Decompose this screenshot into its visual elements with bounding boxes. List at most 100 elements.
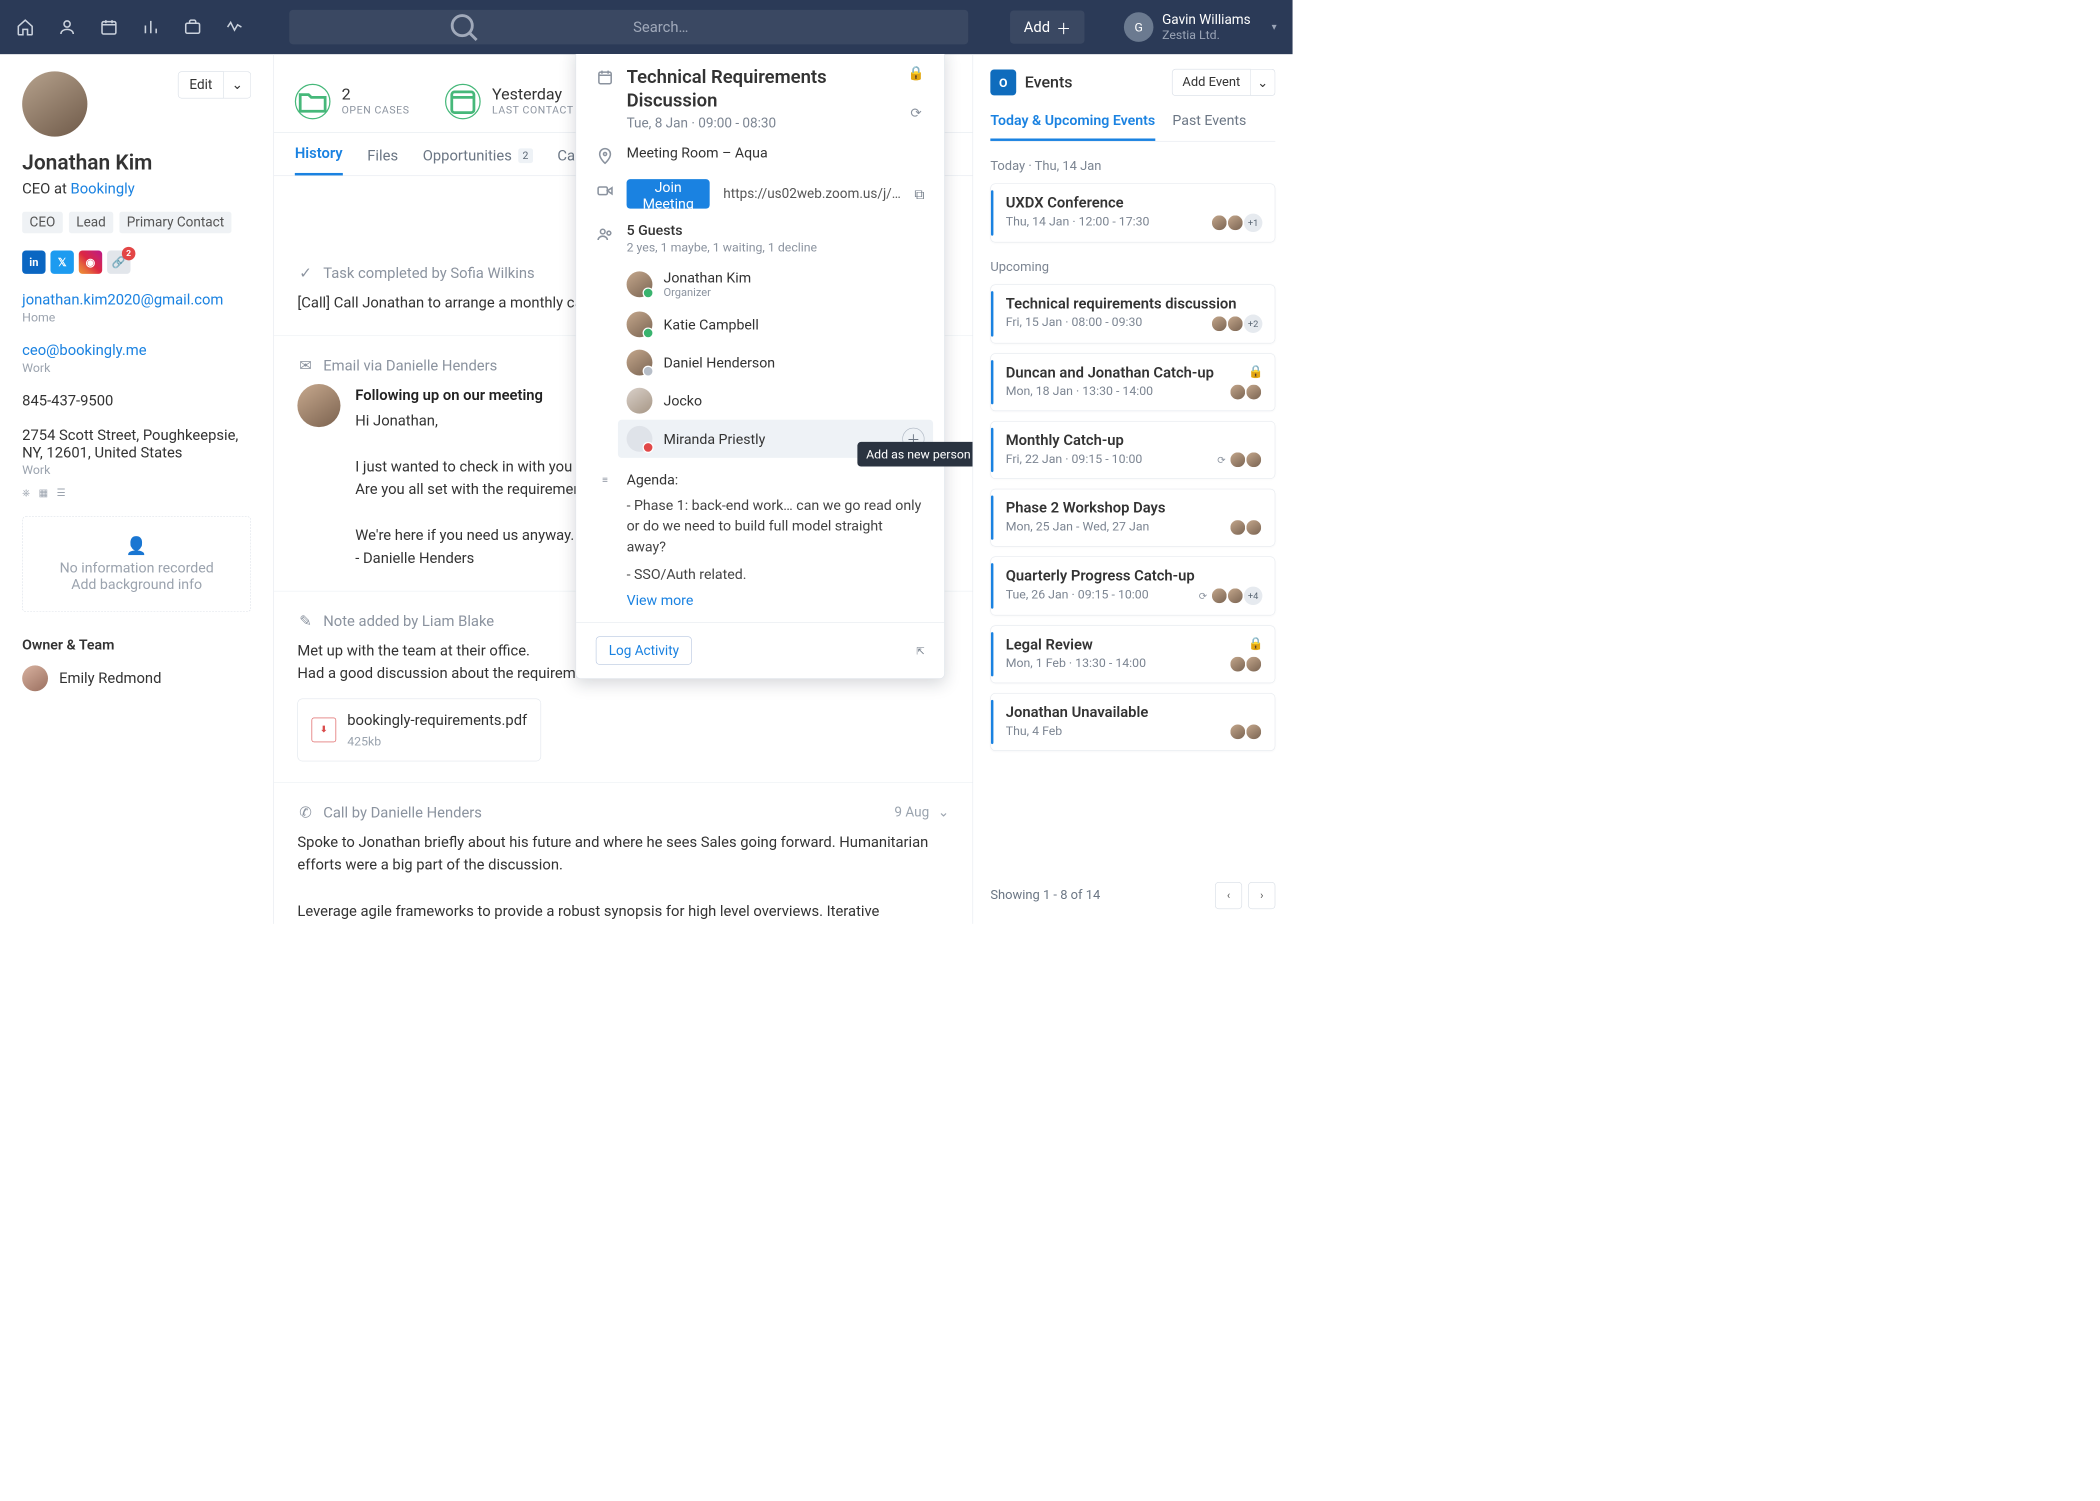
edit-button[interactable]: Edit <box>178 71 224 98</box>
event-card[interactable]: Jonathan UnavailableThu, 4 Feb <box>990 693 1275 751</box>
tab-files[interactable]: Files <box>367 147 398 175</box>
open-cases-value: 2 <box>342 86 410 102</box>
instagram-icon[interactable]: ◉ <box>79 251 102 274</box>
tooltip: Add as new person <box>858 442 973 467</box>
calendar-icon[interactable] <box>100 18 118 36</box>
user-menu[interactable]: G Gavin Williams Zestia Ltd. ▾ <box>1124 12 1277 42</box>
map-icon[interactable]: ▦ <box>39 487 48 499</box>
event-card-title: Legal Review <box>1006 636 1263 653</box>
person-icon[interactable] <box>58 18 76 36</box>
lock-icon: 🔒 <box>1248 636 1263 651</box>
event-card-title: Quarterly Progress Catch-up <box>1006 567 1263 584</box>
contact-tags: CEO Lead Primary Contact <box>22 212 251 234</box>
briefcase-icon[interactable] <box>183 18 201 36</box>
owner-name: Emily Redmond <box>59 670 161 687</box>
outlook-icon: O <box>990 70 1016 96</box>
guest-row: Katie Campbell <box>627 305 925 343</box>
plus-icon: ＋ <box>1056 16 1071 38</box>
edit-dropdown[interactable]: ⌄ <box>224 71 251 98</box>
chart-icon[interactable] <box>142 18 160 36</box>
activity-icon[interactable] <box>225 18 243 36</box>
email-home[interactable]: jonathan.kim2020@gmail.com <box>22 291 223 308</box>
guest-row: Jocko <box>627 382 925 420</box>
contact-role: CEO at Bookingly <box>22 180 251 197</box>
copy-icon[interactable]: ⧉ <box>914 186 924 203</box>
refresh-icon[interactable]: ⟳ <box>910 106 921 121</box>
email-icon: ✉ <box>297 358 313 374</box>
event-card[interactable]: UXDX ConferenceThu, 14 Jan · 12:00 - 17:… <box>990 183 1275 242</box>
events-list: UXDX ConferenceThu, 14 Jan · 12:00 - 17:… <box>990 174 1275 751</box>
check-icon: ✓ <box>297 265 313 281</box>
search-icon <box>303 10 625 44</box>
events-title: Events <box>1025 73 1073 91</box>
home-icon[interactable] <box>16 18 34 36</box>
chevron-down-icon[interactable]: ⌄ <box>938 805 949 820</box>
sender-avatar <box>297 384 340 427</box>
pdf-icon: ⬇ <box>311 718 336 743</box>
event-card-title: Duncan and Jonathan Catch-up <box>1006 364 1263 381</box>
event-card[interactable]: Technical requirements discussionFri, 15… <box>990 284 1275 343</box>
guest-row: Jonathan KimOrganizer <box>627 263 925 305</box>
search-bar[interactable] <box>289 10 968 44</box>
calendar-stat-icon <box>445 83 481 119</box>
pager-text: Showing 1 - 8 of 14 <box>990 888 1100 903</box>
event-card-title: UXDX Conference <box>1006 194 1263 211</box>
tab-past-events[interactable]: Past Events <box>1172 112 1246 141</box>
join-meeting-button[interactable]: Join Meeting <box>627 179 710 209</box>
social-icons: in 𝕏 ◉ 🔗2 <box>22 251 251 274</box>
log-activity-button[interactable]: Log Activity <box>596 637 692 665</box>
description-icon: ≡ <box>596 471 614 486</box>
event-card[interactable]: Monthly Catch-upFri, 22 Jan · 09:15 - 10… <box>990 421 1275 479</box>
add-event-button[interactable]: Add Event <box>1172 69 1251 96</box>
recur-icon: ⟳ <box>1199 590 1207 602</box>
owner-heading: Owner & Team <box>22 636 251 653</box>
nav-icons <box>16 18 244 36</box>
event-card[interactable]: Phase 2 Workshop DaysMon, 25 Jan - Wed, … <box>990 489 1275 547</box>
add-button[interactable]: Add ＋ <box>1010 10 1084 43</box>
file-attachment[interactable]: ⬇ bookingly-requirements.pdf425kb <box>297 699 541 762</box>
email-work[interactable]: ceo@bookingly.me <box>22 342 146 359</box>
list-icon[interactable]: ☰ <box>57 487 66 499</box>
twitter-icon[interactable]: 𝕏 <box>50 251 73 274</box>
add-person-button[interactable]: ＋ Add as new person <box>902 428 924 450</box>
view-more-link[interactable]: View more <box>627 592 925 609</box>
user-company: Zestia Ltd. <box>1162 28 1251 42</box>
guest-list: Jonathan KimOrganizer Katie Campbell Dan… <box>627 263 925 457</box>
background-info-box[interactable]: 👤 No information recorded Add background… <box>22 516 251 611</box>
tab-opportunities[interactable]: Opportunities2 <box>423 147 533 175</box>
pager-next[interactable]: › <box>1248 882 1275 909</box>
event-popover: Technical Requirements Discussion Tue, 8… <box>575 54 944 679</box>
add-event-dropdown[interactable]: ⌄ <box>1251 69 1276 96</box>
lock-icon: 🔒 <box>908 66 925 81</box>
tab-today-upcoming[interactable]: Today & Upcoming Events <box>990 112 1155 141</box>
link-icon[interactable]: 🔗2 <box>107 251 130 274</box>
event-card[interactable]: 🔒Legal ReviewMon, 1 Feb · 13:30 - 14:00 <box>990 625 1275 683</box>
contact-sidebar: Edit ⌄ Jonathan Kim CEO at Bookingly CEO… <box>0 54 274 924</box>
phone-icon: ✆ <box>297 805 313 821</box>
tab-history[interactable]: History <box>295 145 343 176</box>
pin-icon[interactable]: ⎈ <box>22 487 30 499</box>
linkedin-icon[interactable]: in <box>22 251 45 274</box>
event-title: Technical Requirements Discussion <box>627 66 896 112</box>
owner-row: Emily Redmond <box>22 665 251 691</box>
event-card[interactable]: 🔒Duncan and Jonathan Catch-upMon, 18 Jan… <box>990 353 1275 411</box>
contact-name: Jonathan Kim <box>22 150 251 175</box>
note-icon: ✎ <box>297 613 313 629</box>
last-contact-value: Yesterday <box>492 86 574 102</box>
folder-icon <box>295 83 331 119</box>
guest-overflow: +4 <box>1244 587 1262 605</box>
open-external-icon[interactable]: ⇱ <box>916 645 924 657</box>
upcoming-heading: Upcoming <box>990 260 1275 275</box>
search-input[interactable] <box>633 18 955 35</box>
pager-prev[interactable]: ‹ <box>1215 882 1242 909</box>
company-link[interactable]: Bookingly <box>71 180 135 197</box>
event-card-title: Technical requirements discussion <box>1006 295 1263 312</box>
tag: CEO <box>22 212 63 234</box>
event-card[interactable]: Quarterly Progress Catch-upTue, 26 Jan ·… <box>990 556 1275 615</box>
tag: Primary Contact <box>119 212 231 234</box>
recur-icon: ⟳ <box>1217 454 1225 466</box>
link-badge: 2 <box>122 247 136 261</box>
guests-icon <box>596 222 614 243</box>
events-panel: O Events Add Event ⌄ Today & Upcoming Ev… <box>972 54 1292 924</box>
lock-icon: 🔒 <box>1248 364 1263 379</box>
